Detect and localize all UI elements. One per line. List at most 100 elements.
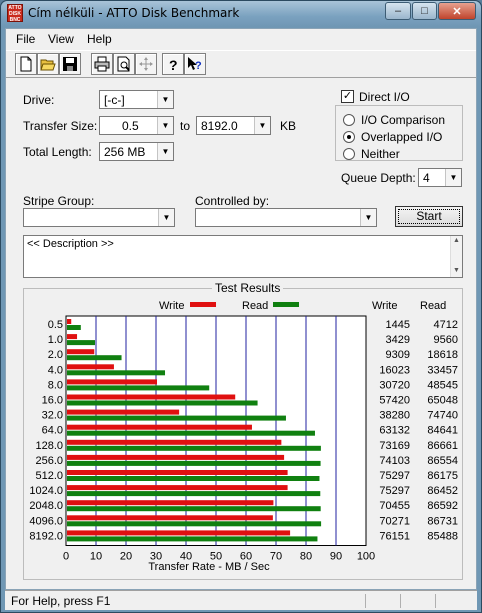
queue-depth-select[interactable]: 4 ▼: [418, 168, 462, 187]
chevron-down-icon[interactable]: ▼: [157, 117, 173, 134]
menu-view[interactable]: View: [48, 32, 74, 46]
write-value: 75297: [379, 470, 410, 482]
description-field[interactable]: << Description >> ▲ ▼: [23, 235, 463, 278]
read-bar: [67, 491, 321, 497]
read-bar: [67, 400, 258, 406]
x-tick-label: 90: [330, 551, 342, 563]
transfer-size-from-select[interactable]: 0.5 ▼: [99, 116, 174, 135]
print-icon: [94, 56, 110, 72]
write-bar: [67, 500, 274, 506]
read-value: 86554: [427, 455, 458, 467]
category-label: 512.0: [35, 470, 63, 482]
read-value: 86452: [427, 485, 458, 497]
read-value: 86661: [427, 440, 458, 452]
read-bar: [67, 460, 321, 466]
scroll-down-icon[interactable]: ▼: [453, 267, 460, 274]
move-button[interactable]: [135, 53, 157, 75]
results-chart: Write Read Write Read 0 10 20 30 40 50 60 70 80 9…: [29, 300, 458, 573]
stripe-group-label: Stripe Group:: [23, 194, 95, 208]
total-length-label: Total Length:: [23, 145, 92, 159]
help-icon: ?: [169, 57, 178, 72]
read-bar: [67, 506, 321, 512]
io-comparison-radio[interactable]: [343, 114, 355, 126]
x-axis-label: Transfer Rate - MB / Sec: [148, 561, 270, 573]
column-header-read: Read: [420, 300, 446, 312]
read-value: 86592: [427, 500, 458, 512]
read-bar: [67, 370, 166, 376]
neither-label: Neither: [361, 147, 400, 161]
write-value: 1445: [386, 319, 410, 331]
save-icon: [63, 57, 77, 71]
chevron-down-icon[interactable]: ▼: [360, 209, 376, 226]
write-bar: [67, 485, 288, 491]
read-bar: [67, 415, 286, 421]
menu-file-label: File: [16, 32, 36, 46]
new-button[interactable]: [15, 53, 37, 75]
read-value: 18618: [427, 349, 458, 361]
io-comparison-label: I/O Comparison: [361, 113, 446, 127]
controlled-by-select[interactable]: ▼: [195, 208, 377, 227]
write-bar: [67, 334, 78, 340]
print-preview-button[interactable]: [113, 53, 135, 75]
write-value: 30720: [379, 379, 410, 391]
menu-help[interactable]: Help: [87, 32, 112, 46]
write-bar: [67, 454, 285, 460]
description-scrollbar[interactable]: ▲ ▼: [450, 236, 462, 277]
help-button[interactable]: ?: [162, 53, 184, 75]
x-tick-label: 100: [357, 551, 375, 563]
chevron-down-icon[interactable]: ▼: [157, 143, 173, 160]
transfer-from-value: 0.5: [122, 119, 139, 133]
chevron-down-icon[interactable]: ▼: [158, 209, 174, 226]
open-button[interactable]: [37, 53, 59, 75]
status-pane-2: [400, 594, 401, 608]
total-length-value: 256 MB: [104, 145, 146, 159]
scroll-up-icon[interactable]: ▲: [453, 237, 460, 244]
read-value: 65048: [427, 395, 458, 407]
total-length-select[interactable]: 256 MB ▼: [99, 142, 174, 161]
x-tick-label: 70: [270, 551, 282, 563]
transfer-size-to-select[interactable]: 8192.0 ▼: [196, 116, 271, 135]
read-bar: [67, 325, 81, 330]
write-bar: [67, 439, 282, 445]
category-label: 64.0: [42, 425, 63, 437]
chevron-down-icon[interactable]: ▼: [445, 169, 461, 186]
status-bar: For Help, press F1: [5, 590, 477, 610]
chevron-down-icon[interactable]: ▼: [157, 91, 173, 108]
maximize-button[interactable]: □: [412, 2, 437, 20]
drive-value: [-c-]: [104, 93, 125, 107]
close-button[interactable]: ✕: [438, 2, 476, 20]
save-button[interactable]: [59, 53, 81, 75]
overlapped-io-label: Overlapped I/O: [361, 130, 443, 144]
queue-depth-value: 4: [423, 171, 430, 185]
write-value: 16023: [379, 364, 410, 376]
write-value: 57420: [379, 395, 410, 407]
minimize-button[interactable]: –: [385, 2, 411, 20]
read-value: 84641: [427, 425, 458, 437]
neither-radio[interactable]: [343, 148, 355, 160]
read-bar: [67, 445, 321, 451]
drive-select[interactable]: [-c-] ▼: [99, 90, 174, 109]
kb-label: KB: [280, 119, 297, 133]
chevron-down-icon[interactable]: ▼: [254, 117, 270, 134]
menu-help-label: Help: [87, 32, 112, 46]
column-header-write: Write: [372, 300, 397, 312]
write-value: 38280: [379, 410, 410, 422]
print-button[interactable]: [91, 53, 113, 75]
category-label: 0.5: [48, 319, 63, 331]
print-preview-icon: [117, 56, 130, 72]
overlapped-io-radio[interactable]: [343, 131, 355, 143]
new-icon: [20, 56, 32, 72]
title-bar[interactable]: ATTO DISK BNC Cím nélküli - ATTO Disk Benc…: [1, 1, 481, 27]
write-value: 3429: [386, 334, 410, 346]
menu-file[interactable]: File: [16, 32, 35, 46]
window-title: Cím nélküli - ATTO Disk Benchmark: [28, 6, 240, 20]
context-help-button[interactable]: ?: [184, 53, 206, 75]
start-button[interactable]: Start: [395, 206, 463, 227]
category-label: 8192.0: [29, 530, 63, 542]
stripe-group-select[interactable]: ▼: [23, 208, 175, 227]
client-area: File View Help ? ? Drive: [-c-] ▼ Transf…: [5, 28, 477, 590]
category-label: 4.0: [48, 364, 63, 376]
read-value: 85488: [427, 530, 458, 542]
toolbar: ? ?: [6, 50, 476, 78]
direct-io-checkbox[interactable]: ✓: [341, 90, 354, 103]
